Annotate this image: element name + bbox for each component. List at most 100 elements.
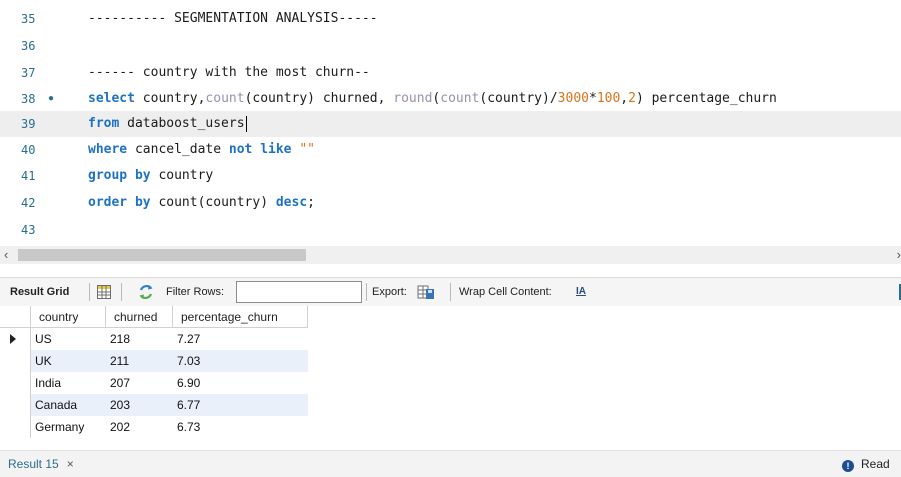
result-tab[interactable]: Result 15 ×	[8, 451, 74, 477]
code-text: ------ country with the most churn--	[88, 60, 370, 86]
table-cell-churned[interactable]: 202	[106, 416, 173, 438]
line-number: 38	[21, 92, 36, 106]
line-number: 43	[21, 223, 36, 237]
filter-refresh-icon[interactable]	[137, 283, 155, 301]
result-toolbar: Result Grid Filter Rows: Export: Wrap Ce…	[0, 277, 901, 307]
column-header-churned[interactable]: churned	[106, 306, 173, 328]
close-icon[interactable]: ×	[67, 457, 74, 471]
code-token: country	[150, 168, 214, 183]
code-token: ------ country with the most churn--	[88, 65, 370, 80]
scroll-left-icon[interactable]: ‹	[4, 247, 8, 263]
code-token: (country)/	[479, 91, 558, 106]
code-token: count(country)	[150, 195, 276, 210]
code-token: count	[205, 91, 245, 106]
row-header[interactable]	[0, 394, 31, 416]
editor-line[interactable]: 42 order by count(country) desc;	[0, 190, 901, 216]
code-token: ) percentage_churn	[635, 91, 777, 106]
table-cell-country[interactable]: Canada	[31, 394, 106, 416]
code-token: ""	[299, 142, 315, 157]
table-cell-percentage-churn[interactable]: 7.27	[173, 328, 308, 350]
current-row-icon	[10, 334, 16, 344]
code-token: desc	[275, 195, 308, 210]
code-token: order by	[88, 195, 151, 210]
status-message: ! Read	[842, 451, 890, 477]
sql-editor[interactable]: 35 ---------- SEGMENTATION ANALYSIS----- 3…	[0, 0, 901, 246]
code-token: country,	[134, 91, 206, 106]
filter-rows-input[interactable]	[236, 281, 362, 303]
code-token: where	[88, 142, 128, 157]
row-header[interactable]	[0, 350, 31, 372]
code-text: from databoost_users	[88, 111, 247, 137]
editor-line[interactable]: 43	[0, 217, 901, 243]
scroll-right-icon[interactable]: ›	[897, 247, 901, 263]
line-number: 39	[21, 117, 36, 131]
text-cursor	[245, 115, 247, 132]
code-token: round	[393, 91, 433, 106]
code-text: order by count(country) desc;	[88, 190, 315, 216]
line-number: 40	[21, 143, 36, 157]
editor-line[interactable]: 36	[0, 33, 901, 59]
table-cell-churned[interactable]: 207	[106, 372, 173, 394]
table-cell-churned[interactable]: 203	[106, 394, 173, 416]
column-header-country[interactable]: country	[31, 306, 106, 328]
line-number: 42	[21, 196, 36, 210]
wrap-text-icon[interactable]: IA	[576, 285, 588, 299]
table-cell-percentage-churn[interactable]: 6.90	[173, 372, 308, 394]
editor-line[interactable]: 39 from databoost_users	[0, 111, 901, 137]
editor-line[interactable]: 40 where cancel_date not like ""	[0, 137, 901, 163]
scrollbar-thumb[interactable]	[18, 249, 306, 261]
code-text: select country,count(country) churned, r…	[88, 86, 777, 112]
table-cell-country[interactable]: US	[31, 328, 106, 350]
code-token: 2	[628, 91, 636, 106]
toolbar-separator	[366, 283, 367, 301]
statement-marker-icon[interactable]: ●	[48, 86, 54, 112]
code-token: group by	[88, 168, 151, 183]
table-cell-country[interactable]: India	[31, 372, 106, 394]
export-icon[interactable]	[417, 283, 435, 301]
status-text: Read	[861, 457, 890, 471]
row-header[interactable]	[0, 328, 31, 350]
code-token: 100	[596, 91, 621, 106]
code-token: databoost_users	[119, 116, 245, 131]
toolbar-separator	[89, 283, 90, 301]
code-token: ---------- SEGMENTATION ANALYSIS-----	[88, 11, 378, 26]
column-header-percentage-churn[interactable]: percentage_churn	[173, 306, 308, 328]
editor-line[interactable]: 38 ● select country,count(country) churned…	[0, 86, 901, 112]
filter-rows-label: Filter Rows:	[166, 286, 225, 298]
code-text: where cancel_date not like ""	[88, 137, 315, 163]
code-token: ,	[620, 91, 629, 106]
result-grid-tab[interactable]: Result Grid	[10, 278, 69, 306]
toolbar-separator	[450, 283, 451, 301]
line-number: 35	[21, 12, 36, 26]
grid-layout-icon[interactable]	[97, 285, 111, 299]
table-cell-percentage-churn[interactable]: 6.73	[173, 416, 308, 438]
code-text: ---------- SEGMENTATION ANALYSIS-----	[88, 6, 378, 32]
toolbar-separator	[121, 283, 122, 301]
code-token: 3000	[557, 91, 589, 106]
editor-horizontal-scrollbar[interactable]: ‹ ›	[0, 246, 901, 264]
table-cell-country[interactable]: UK	[31, 350, 106, 372]
row-header[interactable]	[0, 372, 31, 394]
table-cell-churned[interactable]: 218	[106, 328, 173, 350]
row-header[interactable]	[0, 416, 31, 438]
editor-line[interactable]: 35 ---------- SEGMENTATION ANALYSIS-----	[0, 6, 901, 32]
line-number: 36	[21, 39, 36, 53]
result-grid: country churned percentage_churn US 218 7.…	[0, 306, 901, 446]
code-token: count	[440, 91, 480, 106]
code-token: (country) churned,	[244, 91, 394, 106]
table-cell-percentage-churn[interactable]: 7.03	[173, 350, 308, 372]
result-tab-label: Result 15	[8, 457, 59, 471]
code-token: ;	[307, 195, 315, 210]
export-label: Export:	[372, 286, 407, 298]
status-bar: Result 15 × ! Read	[0, 450, 901, 477]
code-token: select	[88, 91, 135, 106]
table-cell-percentage-churn[interactable]: 6.77	[173, 394, 308, 416]
table-cell-churned[interactable]: 211	[106, 350, 173, 372]
editor-line[interactable]: 41 group by country	[0, 163, 901, 189]
header-corner	[0, 306, 31, 328]
editor-line[interactable]: 37 ------ country with the most churn--	[0, 60, 901, 86]
table-cell-country[interactable]: Germany	[31, 416, 106, 438]
line-number: 41	[21, 169, 36, 183]
wrap-cell-content-label: Wrap Cell Content:	[459, 286, 552, 298]
info-icon: !	[842, 460, 854, 472]
